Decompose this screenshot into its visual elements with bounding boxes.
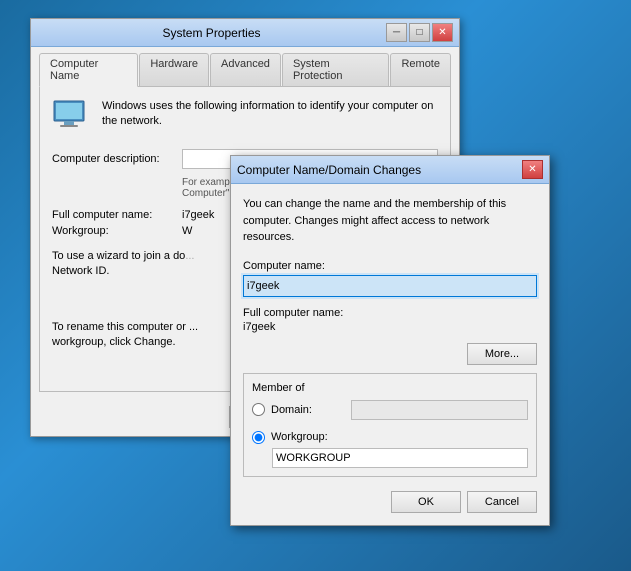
dialog-description: You can change the name and the membersh… [243,196,537,246]
system-props-titlebar: System Properties ─ □ ✕ [31,19,459,47]
domain-input[interactable] [351,400,528,420]
dialog-full-name-label: Full computer name: [243,307,537,319]
tab-computer-name[interactable]: Computer Name [39,53,138,87]
dialog-bottom-buttons: OK Cancel [243,487,537,513]
more-button[interactable]: More... [467,343,537,365]
more-btn-row: More... [243,343,537,365]
domain-radio-row: Domain: [252,400,528,420]
member-of-group: Member of Domain: Workgroup: [243,373,537,477]
dialog-close-button[interactable]: ✕ [522,160,543,179]
system-props-title: System Properties [37,26,386,40]
close-button[interactable]: ✕ [432,23,453,42]
tab-advanced[interactable]: Advanced [210,53,281,86]
full-computer-name-value: i7geek [182,209,214,221]
window-controls: ─ □ ✕ [386,23,453,42]
tabs-bar: Computer Name Hardware Advanced System P… [31,47,459,86]
dialog-content: You can change the name and the membersh… [231,184,549,525]
workgroup-radio-row: Workgroup: [252,431,528,444]
computer-icon [52,99,92,135]
tab-remote[interactable]: Remote [390,53,451,86]
computer-desc-label: Computer description: [52,153,182,165]
workgroup-label: Workgroup: [52,225,182,237]
maximize-button[interactable]: □ [409,23,430,42]
dialog-ok-button[interactable]: OK [391,491,461,513]
workgroup-radio-label: Workgroup: [271,431,351,443]
dialog-title: Computer Name/Domain Changes [237,163,421,177]
workgroup-radio[interactable] [252,431,265,444]
dialog-full-name-value: i7geek [243,321,537,333]
dialog-titlebar: Computer Name/Domain Changes ✕ [231,156,549,184]
workgroup-value: W [182,225,192,237]
full-computer-name-label: Full computer name: [52,209,182,221]
minimize-button[interactable]: ─ [386,23,407,42]
dialog-cancel-button[interactable]: Cancel [467,491,537,513]
domain-label: Domain: [271,404,351,416]
computer-name-input[interactable] [243,275,537,297]
member-of-legend: Member of [252,382,528,394]
computer-info-text: Windows uses the following information t… [102,99,438,130]
domain-radio[interactable] [252,403,265,416]
computer-name-label: Computer name: [243,260,537,272]
full-name-section: Full computer name: i7geek [243,307,537,333]
computer-icon-row: Windows uses the following information t… [52,99,438,135]
tab-system-protection[interactable]: System Protection [282,53,390,86]
workgroup-input[interactable] [272,448,528,468]
domain-changes-dialog: Computer Name/Domain Changes ✕ You can c… [230,155,550,526]
tab-hardware[interactable]: Hardware [139,53,209,86]
